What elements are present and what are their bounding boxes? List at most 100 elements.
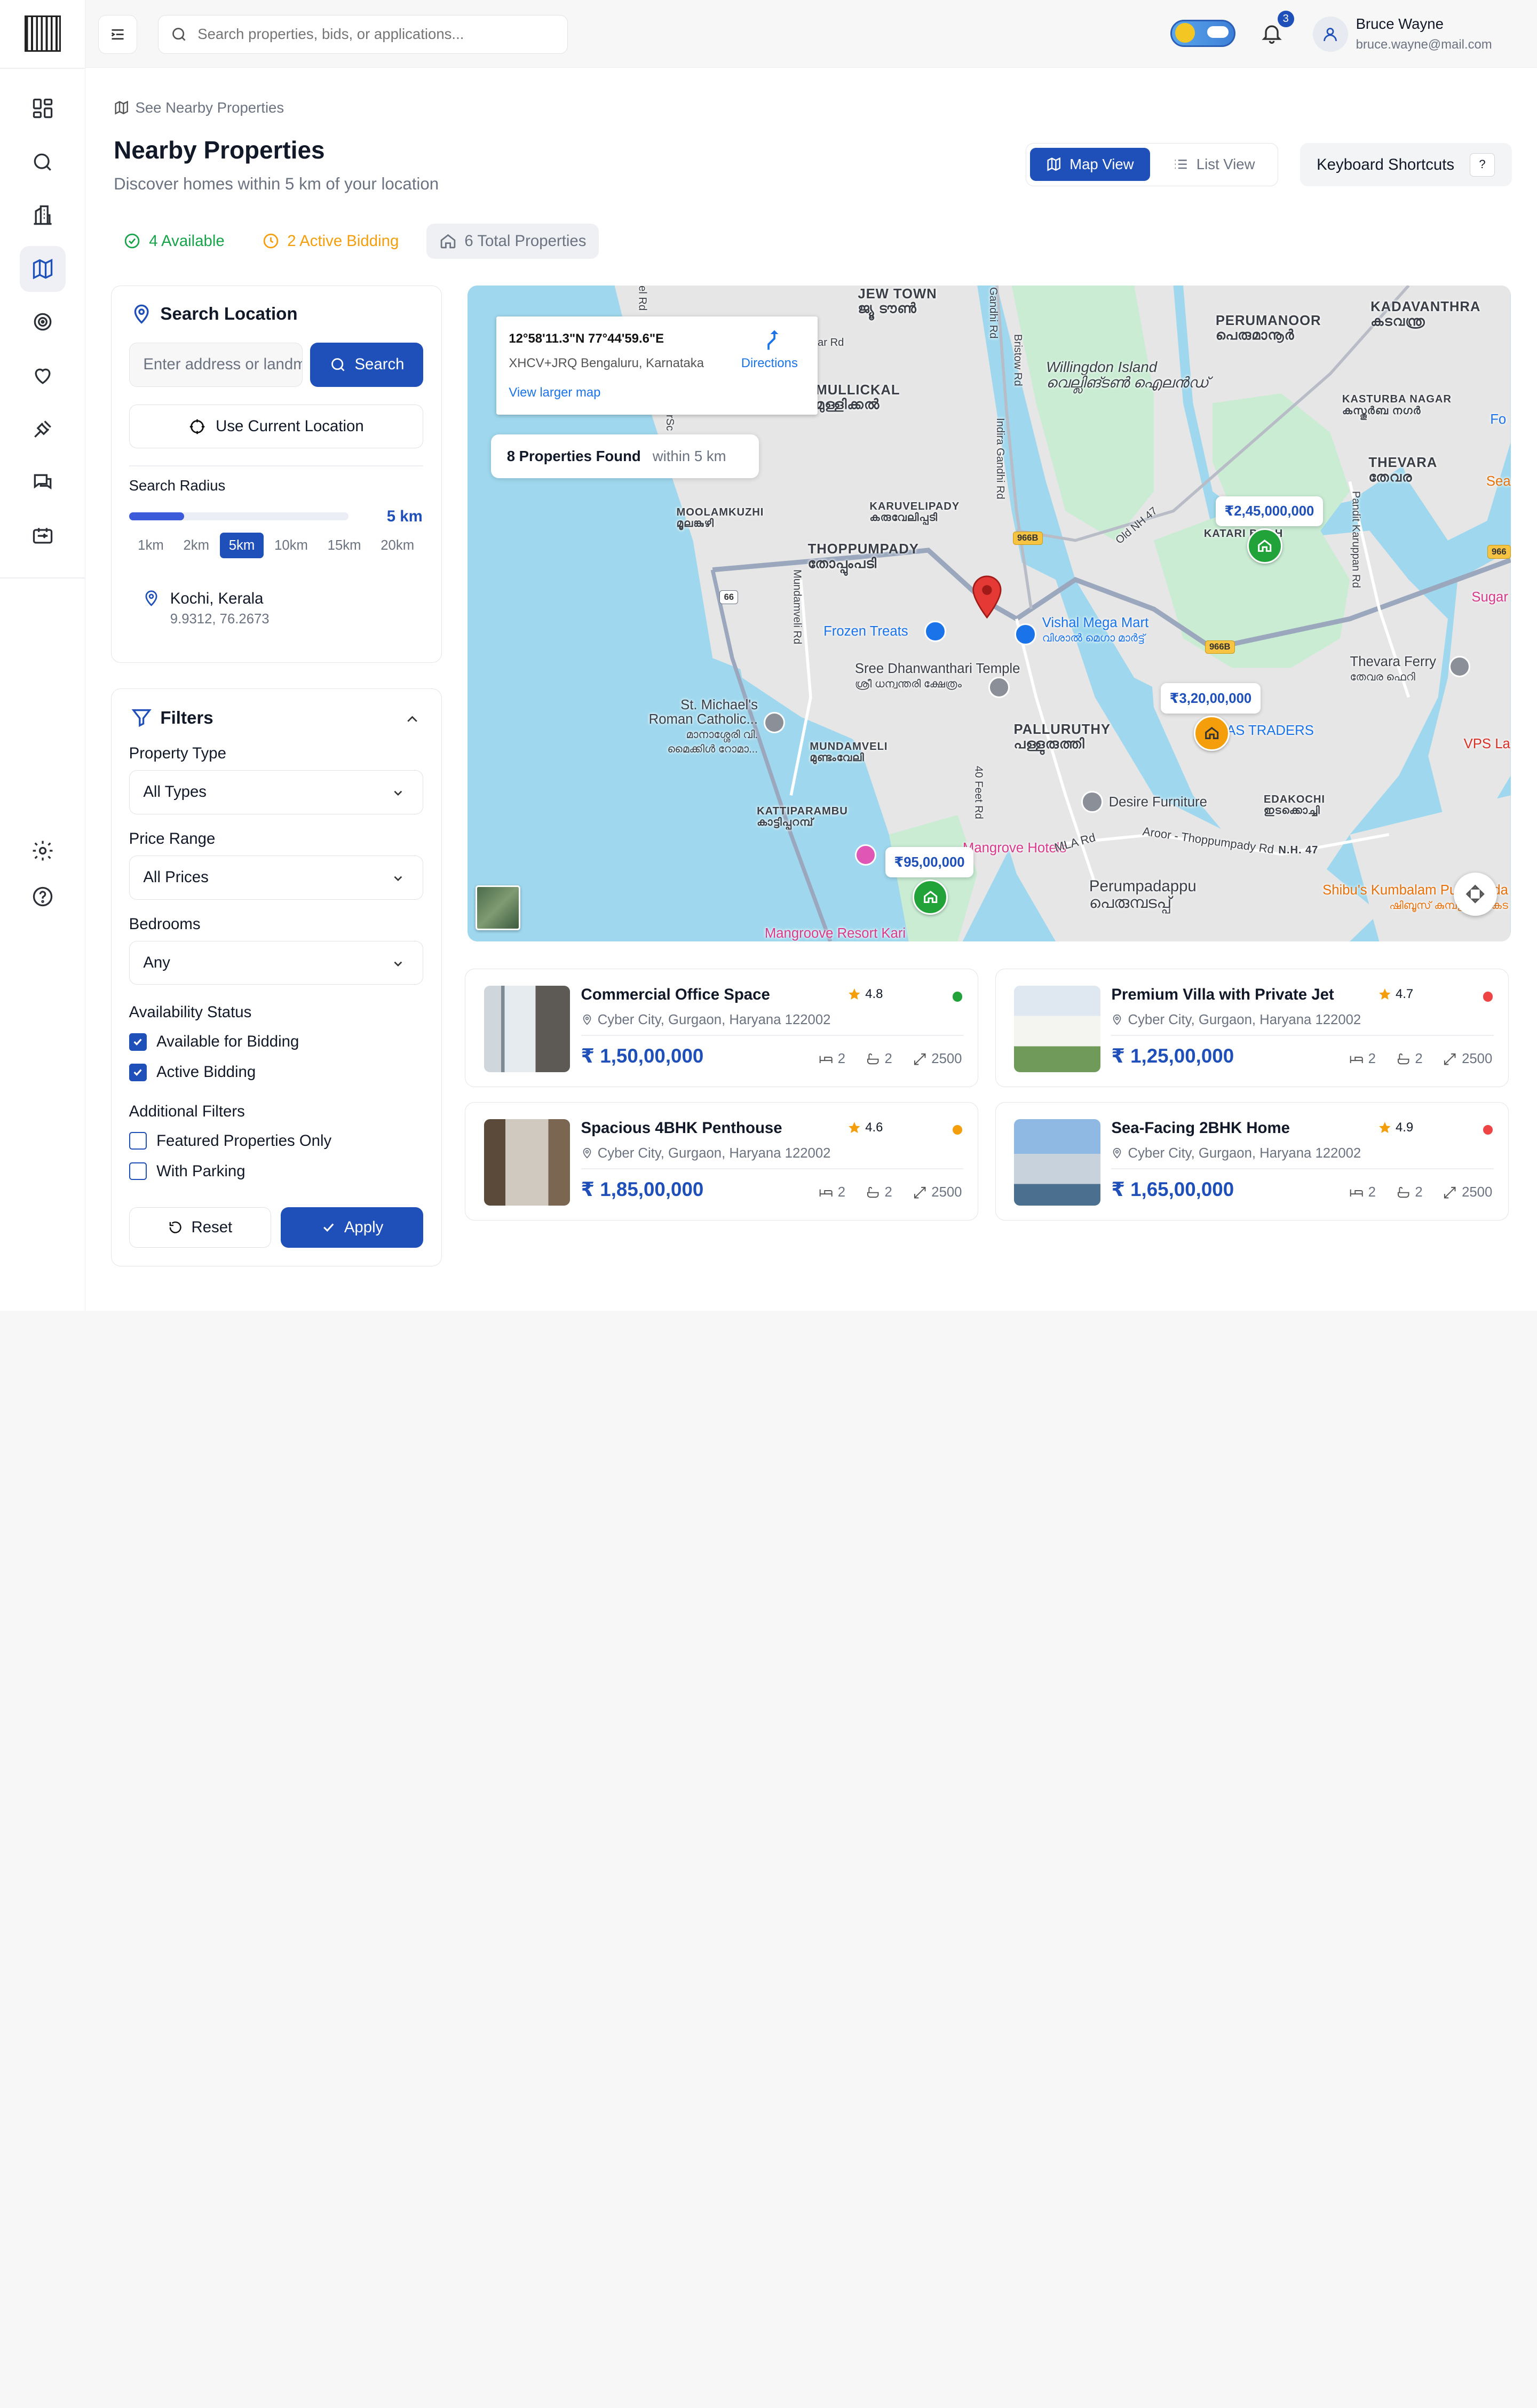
- property-pin[interactable]: [1194, 716, 1230, 751]
- featured-only-checkbox[interactable]: Featured Properties Only: [129, 1132, 331, 1150]
- menu-icon: [111, 29, 124, 39]
- global-search[interactable]: [157, 14, 568, 54]
- clock-icon: [263, 234, 278, 249]
- properties-found-card: 8 Properties Found within 5 km: [491, 434, 759, 479]
- temple-poi-icon[interactable]: [988, 676, 1010, 698]
- radius-option[interactable]: 1km: [129, 533, 173, 558]
- sidebar-item-bids[interactable]: [20, 299, 66, 345]
- property-pin[interactable]: [1247, 528, 1282, 564]
- app-logo[interactable]: [24, 15, 61, 52]
- radius-option[interactable]: 2km: [175, 533, 218, 558]
- directions-icon[interactable]: [763, 328, 786, 352]
- stat-active-bidding: 2 Active Bidding: [252, 224, 409, 259]
- sidebar-item-buildings[interactable]: [20, 192, 66, 238]
- menu-toggle-button[interactable]: [98, 14, 138, 54]
- sidebar-item-messages[interactable]: [20, 459, 66, 505]
- property-image[interactable]: [484, 1119, 571, 1206]
- property-baths: 2: [1415, 1051, 1423, 1067]
- location-search-button[interactable]: Search: [310, 343, 423, 387]
- property-type-select[interactable]: All Types: [129, 770, 423, 814]
- fullscreen-button[interactable]: [1454, 872, 1498, 916]
- price-tag[interactable]: ₹2,45,000,000: [1215, 496, 1323, 527]
- bell-icon[interactable]: [1260, 21, 1284, 45]
- info-coords: 12°58'11.3"N 77°44'59.6"E: [509, 331, 664, 346]
- filters-title: Filters: [160, 708, 213, 728]
- map-view-button[interactable]: Map View: [1029, 147, 1150, 181]
- use-current-location-button[interactable]: Use Current Location: [129, 404, 423, 449]
- price-range-select[interactable]: All Prices: [129, 855, 423, 900]
- property-image[interactable]: [1014, 1119, 1101, 1206]
- location-coords: 9.9312, 76.2673: [170, 612, 270, 627]
- property-card[interactable]: Commercial Office Space 4.8 Cyber City, …: [464, 968, 979, 1088]
- price-tag[interactable]: ₹95,00,000: [885, 847, 974, 878]
- keyboard-shortcuts-label: Keyboard Shortcuts: [1317, 155, 1455, 173]
- property-card[interactable]: Sea-Facing 2BHK Home 4.9 Cyber City, Gur…: [995, 1102, 1509, 1221]
- avatar[interactable]: [1312, 17, 1348, 52]
- sidebar-item-dashboard[interactable]: [20, 85, 66, 131]
- keyboard-shortcuts-button[interactable]: Keyboard Shortcuts ?: [1300, 143, 1512, 186]
- dashboard-icon: [33, 98, 53, 118]
- radius-slider[interactable]: [129, 512, 349, 520]
- view-larger-map-link[interactable]: View larger map: [509, 385, 600, 400]
- active-bidding-label: Active Bidding: [156, 1063, 256, 1081]
- bed-icon: [819, 1056, 833, 1064]
- sidebar-item-help[interactable]: [20, 874, 66, 920]
- map-label-thevara: THEVARA തേവര: [1368, 455, 1438, 485]
- chevron-up-icon[interactable]: [403, 710, 421, 728]
- chevron-down-icon: [394, 791, 402, 796]
- property-map[interactable]: JEW TOWN ജ്യൂ ടൗൺ PERUMANOOR പെരുമാനൂർ KAD…: [468, 285, 1511, 941]
- selected-location[interactable]: Kochi, Kerala 9.9312, 76.2673: [142, 590, 270, 627]
- satellite-toggle[interactable]: [475, 885, 521, 931]
- property-image[interactable]: [1014, 986, 1101, 1072]
- radius-option[interactable]: 5km: [220, 533, 264, 559]
- cart-poi-icon[interactable]: [1015, 623, 1036, 645]
- directions-link[interactable]: Directions: [741, 356, 798, 371]
- hotel-poi-icon[interactable]: [854, 844, 877, 866]
- property-title: Commercial Office Space: [581, 986, 770, 1004]
- radius-option[interactable]: 20km: [372, 533, 423, 558]
- store-poi-icon[interactable]: [1081, 791, 1103, 813]
- stat-total: 6 Total Properties: [426, 223, 599, 259]
- map-label-as-traders: AS TRADERS: [1226, 723, 1314, 738]
- radius-option[interactable]: 15km: [319, 533, 370, 558]
- property-card[interactable]: Premium Villa with Private Jet 4.7 Cyber…: [995, 968, 1509, 1088]
- with-parking-checkbox[interactable]: With Parking: [129, 1162, 245, 1181]
- checkbox-checked[interactable]: [129, 1033, 147, 1051]
- property-address-text: Cyber City, Gurgaon, Haryana 122002: [597, 1145, 831, 1161]
- checkbox-unchecked[interactable]: [129, 1162, 147, 1181]
- sidebar-item-auction[interactable]: [20, 406, 66, 452]
- property-pin[interactable]: [913, 879, 948, 915]
- bath-icon: [867, 1187, 879, 1198]
- sidebar-item-transactions[interactable]: [20, 513, 66, 559]
- list-view-button[interactable]: List View: [1154, 148, 1274, 181]
- radius-option[interactable]: 10km: [266, 533, 317, 558]
- checkbox-unchecked[interactable]: [129, 1132, 147, 1150]
- sidebar-item-favorites[interactable]: [20, 352, 66, 398]
- radius-options: 1km 2km 5km 10km 15km 20km: [129, 533, 425, 559]
- reset-button[interactable]: Reset: [129, 1207, 271, 1248]
- user-email: bruce.wayne@mail.com: [1356, 37, 1492, 52]
- price-tag[interactable]: ₹3,20,00,000: [1160, 683, 1261, 714]
- shopping-poi-icon[interactable]: [924, 620, 946, 643]
- home-icon: [440, 234, 455, 249]
- available-for-bidding-checkbox[interactable]: Available for Bidding: [129, 1033, 299, 1051]
- active-bidding-checkbox[interactable]: Active Bidding: [129, 1063, 256, 1081]
- apply-button[interactable]: Apply: [281, 1207, 423, 1248]
- current-location-pin-icon[interactable]: [971, 575, 1003, 619]
- theme-toggle[interactable]: [1170, 19, 1235, 47]
- crosshair-icon: [189, 419, 204, 434]
- divider: [581, 1168, 963, 1169]
- breadcrumb[interactable]: See Nearby Properties: [114, 99, 284, 116]
- sidebar-item-search[interactable]: [20, 139, 66, 185]
- sidebar-item-map[interactable]: [19, 246, 66, 292]
- bedrooms-select[interactable]: Any: [129, 940, 423, 985]
- rail-divider-mid: [0, 577, 85, 579]
- search-location-panel: Search Location Enter address or landmar…: [110, 285, 442, 663]
- address-input[interactable]: Enter address or landmark: [129, 343, 303, 387]
- global-search-input[interactable]: [197, 26, 551, 43]
- property-card[interactable]: Spacious 4BHK Penthouse 4.6 Cyber City, …: [464, 1102, 979, 1221]
- checkbox-checked[interactable]: [129, 1063, 147, 1081]
- location-pin-icon: [583, 1015, 591, 1025]
- property-image[interactable]: [484, 986, 571, 1072]
- sidebar-item-settings[interactable]: [20, 827, 66, 873]
